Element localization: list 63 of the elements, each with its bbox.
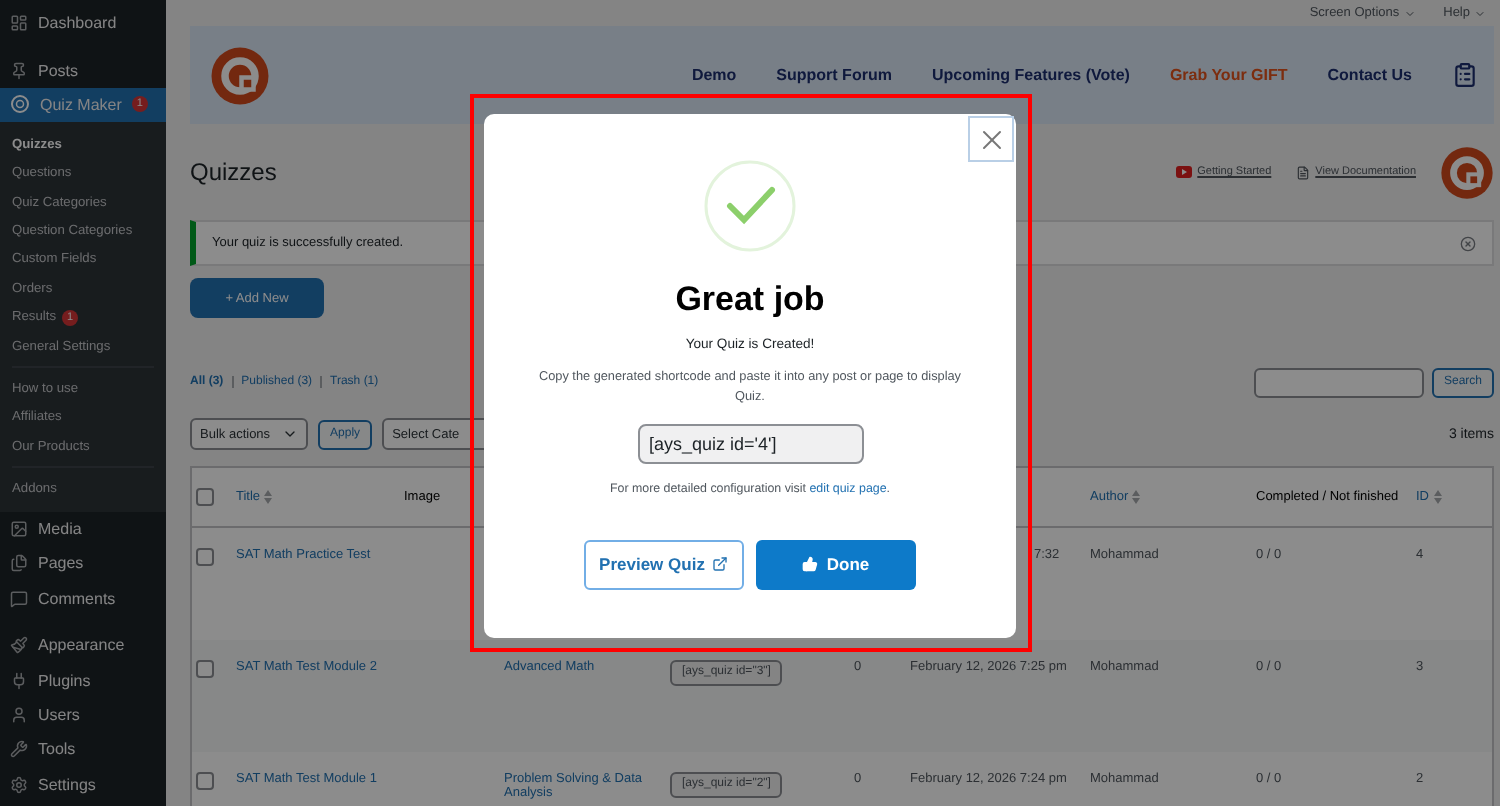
dialog-title: Great job xyxy=(675,280,825,320)
sidebar-label: Comments xyxy=(38,589,116,608)
sidebar-item[interactable]: Plugins xyxy=(0,662,166,698)
sidebar-item[interactable]: Users xyxy=(0,697,166,733)
gear-icon xyxy=(10,775,28,794)
sidebar-item[interactable]: Settings xyxy=(0,767,166,802)
preview-quiz-button[interactable]: Preview Quiz xyxy=(584,539,744,590)
shortcode-field[interactable]: [ays_quiz id='4'] xyxy=(637,423,863,464)
thumbs-up-icon xyxy=(802,556,819,573)
caret-icon xyxy=(1403,7,1416,19)
external-link-icon xyxy=(712,556,729,573)
plug-icon xyxy=(10,671,28,690)
wrench-icon xyxy=(10,740,28,759)
sidebar-item[interactable]: Media xyxy=(0,511,166,547)
sort-icon xyxy=(1132,490,1141,504)
q-logo-icon xyxy=(10,94,30,115)
paintbrush-icon xyxy=(10,636,28,655)
sidebar-item[interactable]: Posts xyxy=(0,52,166,88)
sidebar-label: Posts xyxy=(38,61,79,80)
done-button[interactable]: Done xyxy=(756,539,916,590)
pin-icon xyxy=(10,61,28,80)
sidebar-label: Appearance xyxy=(38,636,125,655)
video-icon xyxy=(1175,166,1192,178)
media-icon xyxy=(10,520,28,539)
dashboard-icon xyxy=(10,14,28,33)
pages-icon xyxy=(10,554,28,573)
sidebar-label: Quiz Maker xyxy=(40,95,122,114)
q-logo-icon xyxy=(210,45,270,105)
banner-link[interactable]: Demo xyxy=(691,66,737,84)
row-checkbox[interactable] xyxy=(196,772,214,790)
document-icon xyxy=(1295,165,1310,179)
sidebar-item[interactable]: Tools xyxy=(0,732,166,768)
close-button[interactable] xyxy=(968,116,1014,162)
sidebar-label: Plugins xyxy=(38,671,91,690)
search-field[interactable] xyxy=(1253,367,1424,397)
banner-link[interactable]: Support Forum xyxy=(776,66,892,84)
sidebar-label: Dashboard xyxy=(38,14,117,33)
sidebar-label: Users xyxy=(38,706,80,724)
row-checkbox[interactable] xyxy=(196,660,214,678)
clipboard-icon[interactable] xyxy=(1452,62,1478,88)
sidebar-label: Media xyxy=(38,520,82,539)
sidebar-label: Tools xyxy=(38,740,76,759)
caret-icon xyxy=(1474,7,1486,19)
sort-icon xyxy=(264,490,273,504)
sidebar-item[interactable]: Comments xyxy=(0,581,166,617)
page-title: Quizzes xyxy=(190,158,277,186)
sort-icon xyxy=(1433,490,1441,504)
banner-link[interactable]: Contact Us xyxy=(1327,66,1412,84)
checkbox[interactable] xyxy=(196,488,214,506)
sidebar-item[interactable]: Appearance xyxy=(0,628,166,663)
sidebar-item[interactable]: Dashboard xyxy=(0,6,166,41)
sidebar-label: Pages xyxy=(38,554,84,573)
q-logo-icon xyxy=(1440,145,1494,199)
banner-link[interactable]: Grab Your GIFT xyxy=(1169,66,1288,84)
speech-bubble-icon xyxy=(10,589,28,608)
dismiss-icon[interactable] xyxy=(1460,235,1476,251)
banner-link[interactable]: Upcoming Features (Vote) xyxy=(931,66,1130,84)
user-icon xyxy=(10,706,28,724)
check-circle-icon xyxy=(704,160,796,252)
sidebar-item[interactable]: Pages xyxy=(0,546,166,582)
sidebar-label: Settings xyxy=(38,775,96,794)
row-checkbox[interactable] xyxy=(196,548,214,566)
caret-icon xyxy=(282,426,299,442)
